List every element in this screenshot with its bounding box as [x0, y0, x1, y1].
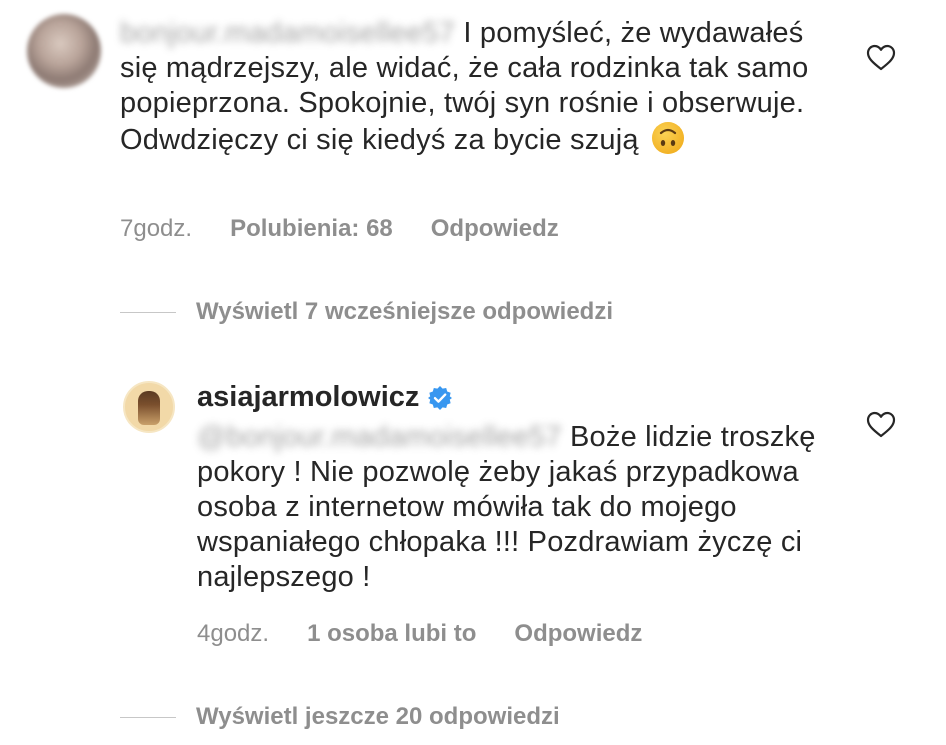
- avatar-photo: [138, 391, 160, 425]
- comment-meta: 7godz. Polubienia: 68 Odpowiedz: [120, 215, 559, 243]
- view-more-replies-label: Wyświetl jeszcze 20 odpowiedzi: [196, 703, 560, 730]
- reply-likes-link[interactable]: 1 osoba lubi to: [307, 620, 476, 648]
- comment-time: 7godz.: [120, 215, 193, 242]
- comment-body: bonjour.madamoisellee57 I pomyśleć, że w…: [120, 16, 840, 158]
- reply-time: 4godz.: [197, 620, 270, 647]
- reply-meta: 4godz. 1 osoba lubi to Odpowiedz: [197, 620, 642, 648]
- like-comment-heart-icon[interactable]: [866, 44, 896, 72]
- view-previous-replies-label: Wyświetl 7 wcześniejsze odpowiedzi: [196, 298, 614, 325]
- commenter-username[interactable]: bonjour.madamoisellee57: [120, 16, 455, 51]
- reply-reply-button[interactable]: Odpowiedz: [514, 620, 642, 648]
- comment-likes-link[interactable]: Polubienia: 68: [230, 215, 393, 243]
- reply-mention-link[interactable]: @bonjour.madamoisellee57: [197, 420, 562, 455]
- commenter-avatar[interactable]: [27, 14, 101, 88]
- reply-author-username[interactable]: asiajarmolowicz: [197, 381, 419, 414]
- divider-line: [120, 716, 176, 718]
- reply-body: @bonjour.madamoisellee57 Boże lidzie tro…: [197, 420, 837, 595]
- view-more-replies-button[interactable]: Wyświetl jeszcze 20 odpowiedzi: [120, 703, 560, 731]
- verified-badge-icon: [428, 385, 453, 410]
- comment-reply-button[interactable]: Odpowiedz: [431, 215, 559, 243]
- like-reply-heart-icon[interactable]: [866, 411, 896, 439]
- divider-line: [120, 311, 176, 313]
- reply-author-row: asiajarmolowicz: [197, 381, 453, 414]
- upside-down-face-emoji-icon: [651, 122, 684, 154]
- view-previous-replies-button[interactable]: Wyświetl 7 wcześniejsze odpowiedzi: [120, 298, 613, 326]
- reply-author-avatar[interactable]: [123, 381, 175, 433]
